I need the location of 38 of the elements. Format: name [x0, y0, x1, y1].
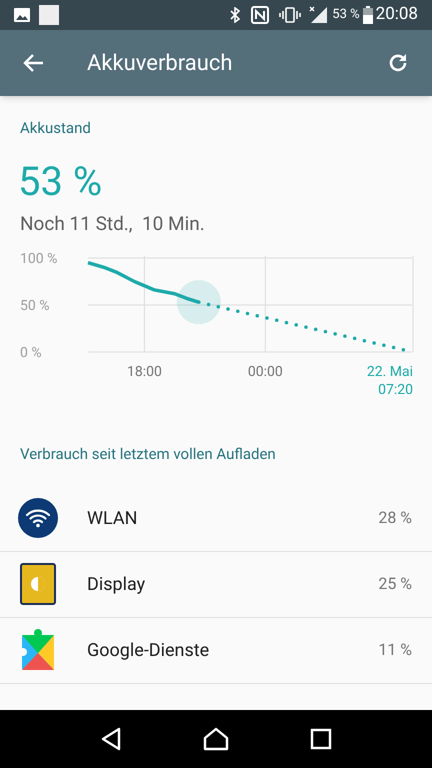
usage-percent: 28 % [378, 507, 412, 529]
y-axis-label: 50 % [20, 298, 50, 314]
image-icon [14, 8, 30, 22]
x-axis-label: 00:00 [248, 364, 283, 380]
brightness-icon [20, 563, 56, 605]
x-axis-label: 22. Mai 07:20 [366, 364, 413, 398]
bluetooth-icon [229, 7, 242, 23]
battery-level: 53 % [18, 158, 104, 206]
section-heading: Verbrauch seit letztem vollen Aufladen [20, 444, 277, 465]
x-axis-label: 18:00 [126, 364, 162, 380]
usage-row[interactable]: Display 25 % [0, 552, 432, 618]
puzzle-icon [21, 629, 55, 671]
recents-nav-button[interactable] [310, 728, 332, 750]
usage-percent: 25 % [378, 573, 412, 595]
refresh-icon [387, 52, 409, 74]
usage-name: WLAN [87, 506, 138, 530]
app-bar-title: Akkuverbrauch [87, 50, 234, 78]
usage-name: Google-Dienste [87, 638, 210, 662]
back-arrow-icon [23, 52, 45, 74]
y-axis-label: 100 % [20, 251, 58, 267]
back-nav-button[interactable] [100, 727, 122, 751]
clock: 20:08 [376, 3, 418, 26]
usage-row[interactable]: Google-Dienste 11 % [0, 618, 432, 684]
usage-name: Display [87, 572, 146, 596]
square-icon [39, 5, 59, 25]
y-axis-label: 0 % [20, 345, 42, 361]
usage-percent: 11 % [378, 639, 412, 661]
section-heading: Akkustand [20, 118, 92, 139]
battery-icon [362, 6, 373, 24]
usage-row[interactable]: WLAN 28 % [0, 486, 432, 552]
vibrate-icon [279, 7, 302, 23]
home-nav-button[interactable] [202, 727, 229, 751]
signal-icon [309, 6, 328, 24]
current-point-halo [176, 280, 221, 324]
wifi-icon [18, 498, 58, 538]
battery-percent: 53 % [332, 6, 360, 24]
nfc-icon [251, 6, 270, 24]
remaining-time: Noch 11 Std., 10 Min. [20, 210, 206, 236]
